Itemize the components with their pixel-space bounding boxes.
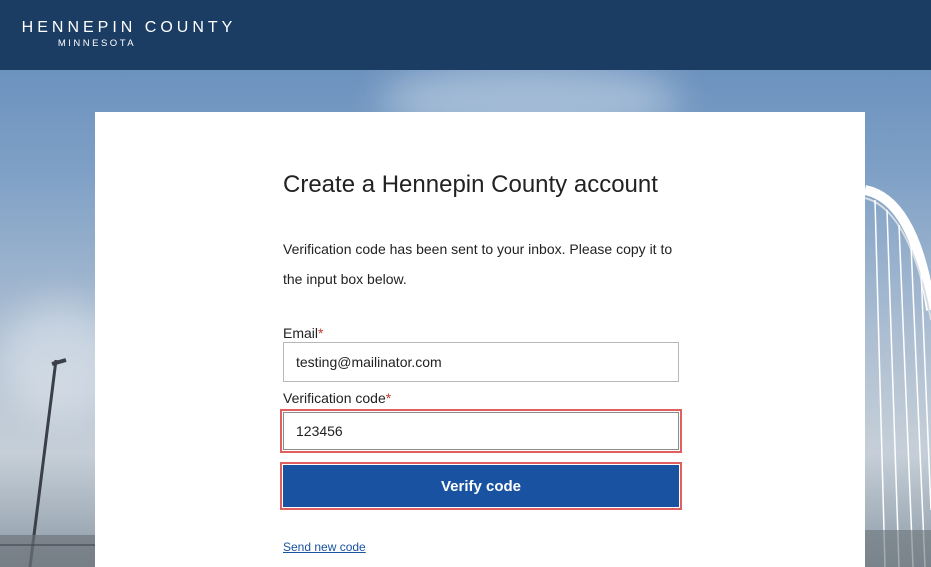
email-field[interactable] [283,342,679,382]
brand-name: HENNEPIN COUNTY [21,19,237,36]
lamp-post-image [0,358,95,567]
email-label-text: Email [283,325,319,341]
verification-code-label: Verification code* [283,390,391,406]
required-marker: * [385,390,392,406]
email-label: Email* [283,325,323,341]
brand-state: MINNESOTA [57,38,137,49]
hennepin-county-logo[interactable]: HENNEPIN COUNTY MINNESOTA [14,18,244,50]
verification-code-label-text: Verification code [283,390,386,406]
verification-code-field[interactable] [280,409,682,453]
site-header: HENNEPIN COUNTY MINNESOTA [0,0,931,70]
send-new-code-link[interactable]: Send new code [283,540,366,554]
verification-instructions: Verification code has been sent to your … [283,241,673,287]
verify-code-button[interactable]: Verify code [280,462,682,510]
bridge-arch-image [865,185,931,567]
signup-card: Create a Hennepin County account Verific… [95,112,865,567]
page: HENNEPIN COUNTY MINNESOTA Create a Henne… [0,0,931,567]
required-marker: * [318,325,324,341]
page-title: Create a Hennepin County account [283,171,658,198]
